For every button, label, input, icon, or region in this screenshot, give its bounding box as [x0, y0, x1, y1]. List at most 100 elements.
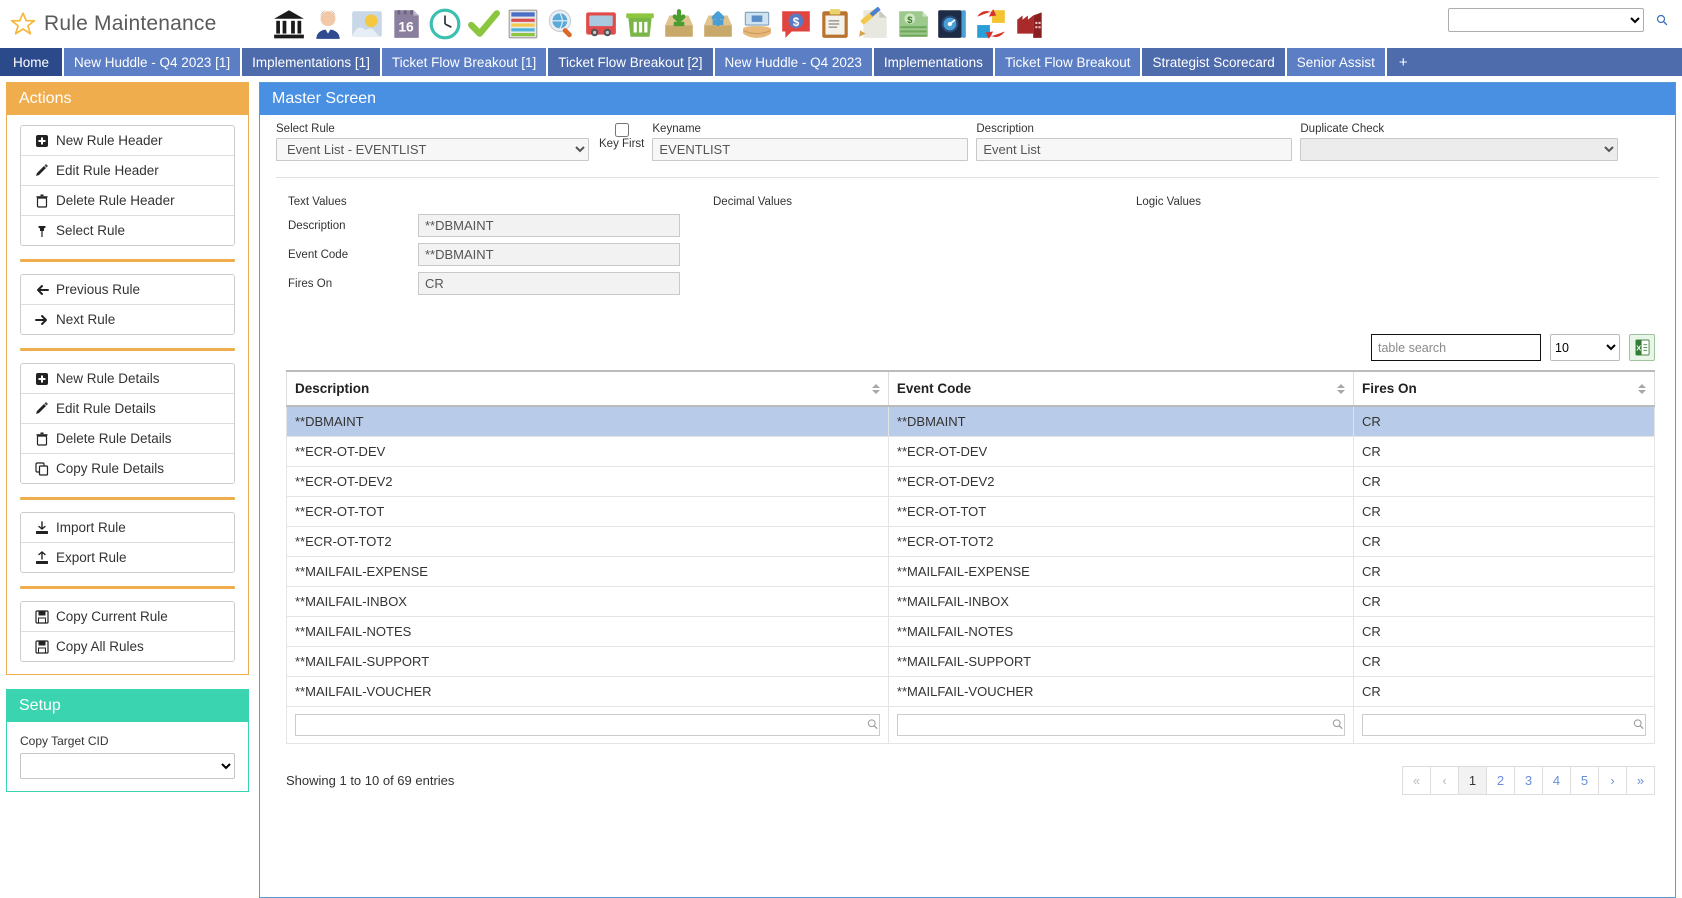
pagination-button-›[interactable]: ›	[1598, 766, 1627, 795]
column-header-fires-on[interactable]: Fires On	[1354, 371, 1655, 406]
tab-8[interactable]: Strategist Scorecard	[1142, 48, 1286, 76]
value-row-event-code: Event Code	[288, 243, 680, 266]
setup-panel-title: Setup	[7, 690, 248, 722]
page-length-select[interactable]: 102550100	[1550, 334, 1620, 361]
column-header-description[interactable]: Description	[287, 371, 889, 406]
action-previous-rule[interactable]: Previous Rule	[21, 275, 234, 305]
actions-panel: Actions New Rule Header Edit Rule Header D…	[6, 82, 249, 675]
table-row[interactable]: **DBMAINT**DBMAINTCR	[287, 406, 1655, 437]
action-delete-rule-header[interactable]: Delete Rule Header	[21, 186, 234, 216]
table-row[interactable]: **MAILFAIL-EXPENSE**MAILFAIL-EXPENSECR	[287, 557, 1655, 587]
table-row[interactable]: **ECR-OT-DEV**ECR-OT-DEVCR	[287, 437, 1655, 467]
inbox-upload-icon[interactable]	[701, 7, 735, 41]
pagination-button-2[interactable]: 2	[1486, 766, 1515, 795]
action-edit-rule-header[interactable]: Edit Rule Header	[21, 156, 234, 186]
action-copy-all-rules[interactable]: Copy All Rules	[21, 632, 234, 661]
inbox-download-icon[interactable]	[662, 7, 696, 41]
group-separator	[20, 497, 235, 500]
calendar-icon[interactable]: 16	[389, 7, 423, 41]
table-row[interactable]: **ECR-OT-TOT2**ECR-OT-TOT2CR	[287, 527, 1655, 557]
clipboard-icon[interactable]	[818, 7, 852, 41]
action-select-rule[interactable]: Select Rule	[21, 216, 234, 245]
tab-4[interactable]: Ticket Flow Breakout [2]	[548, 48, 714, 76]
tab-0[interactable]: Home	[0, 48, 64, 76]
global-search-input[interactable]	[1448, 8, 1644, 32]
pin-icon	[35, 224, 49, 238]
tab-1[interactable]: New Huddle - Q4 2023 [1]	[64, 48, 242, 76]
clock-icon[interactable]	[428, 7, 462, 41]
pagination-button-4[interactable]: 4	[1542, 766, 1571, 795]
delivery-truck-icon[interactable]	[584, 7, 618, 41]
action-label: Copy Current Rule	[56, 609, 168, 624]
value-row-input[interactable]	[418, 214, 680, 237]
key-first-checkbox[interactable]	[615, 123, 629, 137]
duplicate-check-dropdown[interactable]	[1300, 138, 1618, 161]
keyname-input[interactable]	[652, 138, 968, 161]
pagination-button-»[interactable]: »	[1626, 766, 1655, 795]
bank-icon[interactable]	[272, 7, 306, 41]
action-new-rule-header[interactable]: New Rule Header	[21, 126, 234, 156]
pagination-button-3[interactable]: 3	[1514, 766, 1543, 795]
action-delete-rule-details[interactable]: Delete Rule Details	[21, 424, 234, 454]
cash-hands-icon[interactable]	[740, 7, 774, 41]
copy-target-cid-select[interactable]	[20, 753, 235, 779]
action-edit-rule-details[interactable]: Edit Rule Details	[21, 394, 234, 424]
column-filter-input-2[interactable]	[1362, 714, 1646, 736]
key-first-field: Key First	[599, 123, 644, 150]
search-button[interactable]	[1650, 8, 1674, 32]
weather-icon[interactable]	[350, 7, 384, 41]
checkmark-icon[interactable]	[467, 7, 501, 41]
add-tab-button[interactable]: +	[1387, 48, 1420, 76]
action-new-rule-details[interactable]: New Rule Details	[21, 364, 234, 394]
pagination-button-1[interactable]: 1	[1458, 766, 1487, 795]
tab-5[interactable]: New Huddle - Q4 2023	[715, 48, 874, 76]
column-filter-input-1[interactable]	[897, 714, 1345, 736]
column-header-event-code[interactable]: Event Code	[888, 371, 1353, 406]
filter-cell-2	[1354, 707, 1655, 744]
table-row[interactable]: **MAILFAIL-NOTES**MAILFAIL-NOTESCR	[287, 617, 1655, 647]
value-row-input[interactable]	[418, 243, 680, 266]
excel-export-button[interactable]: X	[1629, 334, 1655, 361]
description-input[interactable]	[976, 138, 1292, 161]
cell-description: **MAILFAIL-NOTES	[287, 617, 889, 647]
factory-icon[interactable]	[1013, 7, 1047, 41]
table-row[interactable]: **MAILFAIL-VOUCHER**MAILFAIL-VOUCHERCR	[287, 677, 1655, 707]
cell-event-code: **ECR-OT-DEV	[888, 437, 1353, 467]
action-copy-rule-details[interactable]: Copy Rule Details	[21, 454, 234, 483]
spreadsheet-icon[interactable]	[506, 7, 540, 41]
table-search-input[interactable]	[1371, 334, 1541, 361]
table-row[interactable]: **ECR-OT-TOT**ECR-OT-TOTCR	[287, 497, 1655, 527]
table-row[interactable]: **MAILFAIL-INBOX**MAILFAIL-INBOXCR	[287, 587, 1655, 617]
pagination-button-5[interactable]: 5	[1570, 766, 1599, 795]
action-label: Delete Rule Details	[56, 431, 172, 446]
action-label: Edit Rule Header	[56, 163, 159, 178]
decimal-values-header: Decimal Values	[713, 196, 792, 208]
tab-9[interactable]: Senior Assist	[1287, 48, 1387, 76]
pencil-note-icon[interactable]	[857, 7, 891, 41]
svg-text:$: $	[907, 15, 913, 26]
excel-export-icon: X	[1635, 339, 1650, 356]
action-next-rule[interactable]: Next Rule	[21, 305, 234, 334]
table-row[interactable]: **ECR-OT-DEV2**ECR-OT-DEV2CR	[287, 467, 1655, 497]
tab-6[interactable]: Implementations	[874, 48, 995, 76]
dollar-chat-icon[interactable]: $	[779, 7, 813, 41]
select-rule-dropdown[interactable]: Event List - EVENTLIST	[276, 138, 589, 161]
actions-panel-title: Actions	[7, 83, 248, 115]
tab-3[interactable]: Ticket Flow Breakout [1]	[382, 48, 548, 76]
action-copy-current-rule[interactable]: Copy Current Rule	[21, 602, 234, 632]
tab-2[interactable]: Implementations [1]	[242, 48, 382, 76]
trash-basket-icon[interactable]	[623, 7, 657, 41]
text-values-header: Text Values	[288, 196, 347, 208]
magnifier-globe-icon[interactable]	[545, 7, 579, 41]
table-row[interactable]: **MAILFAIL-SUPPORT**MAILFAIL-SUPPORTCR	[287, 647, 1655, 677]
action-import-rule[interactable]: Import Rule	[21, 513, 234, 543]
sync-swap-icon[interactable]	[974, 7, 1008, 41]
user-icon[interactable]	[311, 7, 345, 41]
column-filter-input-0[interactable]	[295, 714, 880, 736]
action-export-rule[interactable]: Export Rule	[21, 543, 234, 572]
value-row-input[interactable]	[418, 272, 680, 295]
cell-fires-on: CR	[1354, 647, 1655, 677]
gauge-book-icon[interactable]	[935, 7, 969, 41]
tab-7[interactable]: Ticket Flow Breakout	[995, 48, 1143, 76]
money-stack-icon[interactable]: $	[896, 7, 930, 41]
